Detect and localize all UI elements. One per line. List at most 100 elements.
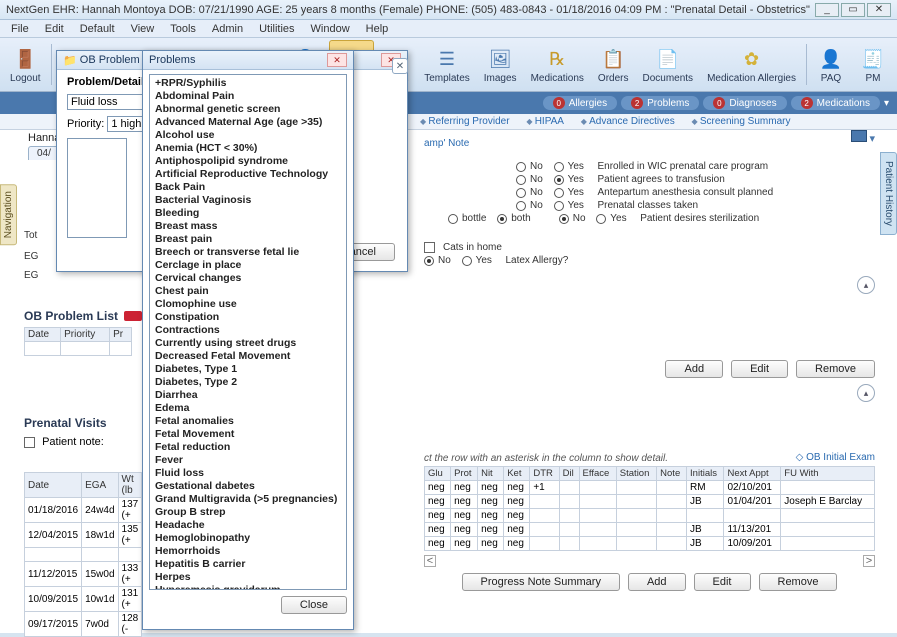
menu-view[interactable]: View [124,22,162,36]
problems-list-item[interactable]: Chest pain [154,285,342,298]
radio-latex-yes[interactable] [462,256,472,266]
table-row[interactable]: 12/04/201518w1d135 (+ [25,523,142,548]
problems-list-item[interactable]: +RPR/Syphilis [154,77,342,90]
problems-list-item[interactable]: Anemia (HCT < 30%) [154,142,342,155]
radio-latex-no[interactable] [424,256,434,266]
problems-list-item[interactable]: Edema [154,402,342,415]
collapse-button-2[interactable]: ▴ [857,384,875,402]
radio-q2-no[interactable] [516,175,526,185]
patient-note-checkbox[interactable] [24,437,35,448]
logout-button[interactable]: 🚪 Logout [4,40,47,89]
expand-right[interactable]: > [863,555,875,567]
col-wt[interactable]: Wt (lb [118,473,142,498]
problems-list-item[interactable]: Headache [154,519,342,532]
pill-diagnoses[interactable]: 0Diagnoses [703,96,786,110]
col-ega[interactable]: EGA [82,473,118,498]
grid-col[interactable]: Initials [687,467,724,481]
grid-col[interactable]: DTR [530,467,559,481]
radio-q1-no[interactable] [516,162,526,172]
visit-detail-grid[interactable]: GluProtNitKetDTRDilEffaceStationNoteInit… [424,466,875,551]
problems-list-item[interactable]: Hepatitis B carrier [154,558,342,571]
radio-q4-no[interactable] [516,201,526,211]
grid-col[interactable]: FU With [781,467,875,481]
medications-button[interactable]: ℞ Medications [525,40,590,89]
pill-allergies[interactable]: 0Allergies [543,96,617,110]
popup-close-icon[interactable]: ✕ [392,58,408,74]
problems-list-item[interactable]: Fetal reduction [154,441,342,454]
col-pr[interactable]: Pr [110,328,132,342]
problems-list-item[interactable]: Fever [154,454,342,467]
problems-list-item[interactable]: Bacterial Vaginosis [154,194,342,207]
menu-utilities[interactable]: Utilities [252,22,301,36]
problems-list-item[interactable]: Artificial Reproductive Technology [154,168,342,181]
problems-list-item[interactable]: Grand Multigravida (>5 pregnancies) [154,493,342,506]
col-date[interactable]: Date [25,328,61,342]
grid-col[interactable]: Note [657,467,687,481]
edit-button-2[interactable]: Edit [694,573,751,591]
pm-button[interactable]: 🧾 PM [853,40,893,89]
problems-list-item[interactable]: Constipation [154,311,342,324]
ob-initial-exam-link[interactable]: ◇ OB Initial Exam [796,452,875,463]
pill-medications[interactable]: 2Medications [791,96,880,110]
problems-list-item[interactable]: Abdominal Pain [154,90,342,103]
table-row[interactable]: negnegnegnegJB01/04/201Joseph E Barclay [425,495,875,509]
expand-left[interactable]: < [424,555,436,567]
problems-list-item[interactable]: Cervical changes [154,272,342,285]
maximize-button[interactable]: ▭ [841,3,865,17]
cats-checkbox[interactable] [424,242,435,253]
images-button[interactable]: 🖼 Images [478,40,523,89]
menu-help[interactable]: Help [359,22,396,36]
radio-q5-yes[interactable] [596,214,606,224]
problems-list-item[interactable]: Cerclage in place [154,259,342,272]
grid-col[interactable]: Glu [425,467,451,481]
problems-list-item[interactable]: Bleeding [154,207,342,220]
table-row[interactable]: negnegnegnegJB10/09/201 [425,537,875,551]
remove-button-2[interactable]: Remove [759,573,838,591]
navigation-tab[interactable]: Navigation [0,184,17,245]
col-priority[interactable]: Priority [61,328,110,342]
menu-file[interactable]: File [4,22,36,36]
problems-list-item[interactable]: Diarrhea [154,389,342,402]
table-row[interactable]: negnegnegneg+1RM02/10/201 [425,481,875,495]
orders-button[interactable]: 📋 Orders [592,40,635,89]
minimize-button[interactable]: _ [815,3,839,17]
radio-q1-yes[interactable] [554,162,564,172]
table-row[interactable]: 10/09/201510w1d131 (+ [25,587,142,612]
table-row[interactable]: negnegnegneg [425,509,875,523]
problems-list-item[interactable]: Hemoglobinopathy [154,532,342,545]
problems-list-item[interactable]: Back Pain [154,181,342,194]
edit-button[interactable]: Edit [731,360,788,378]
dropdown-icon[interactable]: ▾ [869,133,875,145]
grid-col[interactable]: Nit [478,467,504,481]
problems-list-item[interactable]: Alcohol use [154,129,342,142]
problems-list-item[interactable]: Clomophine use [154,298,342,311]
radio-q5-no[interactable] [559,214,569,224]
link-screening-summary[interactable]: Screening Summary [692,116,791,127]
problems-list-item[interactable]: Breast mass [154,220,342,233]
radio-q2-yes[interactable] [554,175,564,185]
radio-q3-no[interactable] [516,188,526,198]
problems-list-item[interactable]: Fetal Movement [154,428,342,441]
pill-problems[interactable]: 2Problems [621,96,699,110]
problems-list-item[interactable]: Fluid loss [154,467,342,480]
problems-list-item[interactable]: Diabetes, Type 1 [154,363,342,376]
grid-col[interactable]: Dil [559,467,579,481]
link-advance-directives[interactable]: Advance Directives [581,116,675,127]
table-row[interactable]: 11/12/201515w0d133 (+ [25,562,142,587]
documents-button[interactable]: 📄 Documents [636,40,699,89]
note-area[interactable] [67,138,127,238]
problems-list-item[interactable]: Group B strep [154,506,342,519]
remove-button[interactable]: Remove [796,360,875,378]
collapse-button-1[interactable]: ▴ [857,276,875,294]
close-window-button[interactable]: ✕ [867,3,891,17]
grid-col[interactable]: Next Appt [724,467,781,481]
menu-edit[interactable]: Edit [38,22,71,36]
grid-col[interactable]: Station [616,467,656,481]
add-button-2[interactable]: Add [628,573,686,591]
problems-list-item[interactable]: Advanced Maternal Age (age >35) [154,116,342,129]
link-hipaa[interactable]: HIPAA [526,116,564,127]
problems-list-item[interactable]: Diabetes, Type 2 [154,376,342,389]
progress-note-summary-button[interactable]: Progress Note Summary [462,573,620,591]
table-row[interactable]: negnegnegnegJB11/13/201 [425,523,875,537]
problems-list-item[interactable]: Herpes [154,571,342,584]
